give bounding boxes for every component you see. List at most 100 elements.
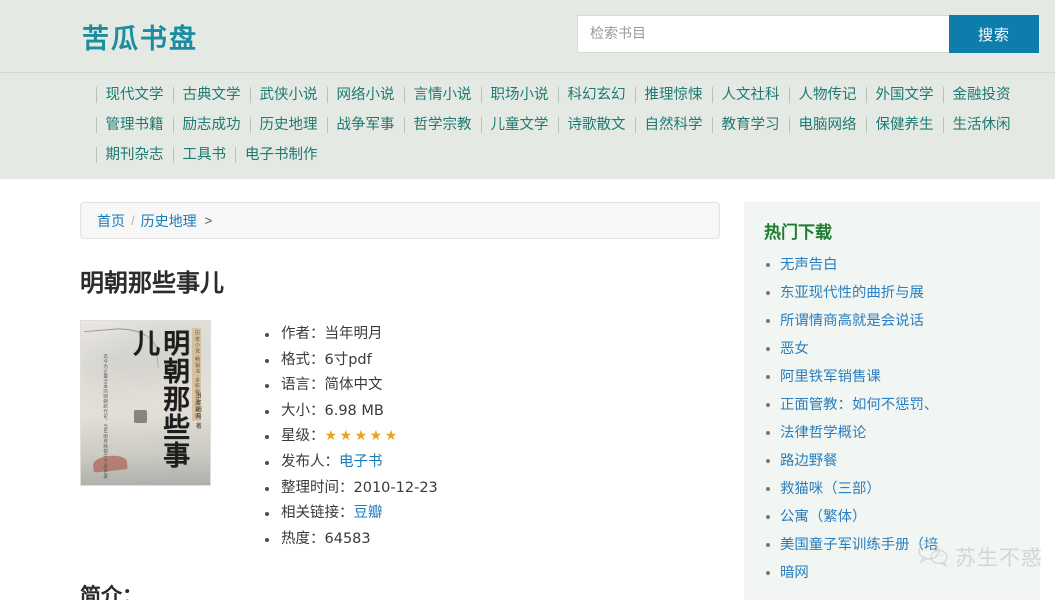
category-nav-list: 现代文学 古典文学 武侠小说 网络小说 言情小说 职场小说 科幻玄幻 推理惊悚 人文社科 人物传记…	[28, 80, 1028, 170]
sidebar-link-9[interactable]: 公寓（繁体）	[780, 509, 866, 525]
nav-item-9[interactable]: 人物传记	[788, 87, 866, 103]
nav-item-3[interactable]: 网络小说	[326, 87, 404, 103]
nav-item-1[interactable]: 古典文学	[172, 87, 250, 103]
book-meta-label: 语言：	[281, 377, 325, 394]
book-meta-item: 作者：当年明月	[265, 322, 438, 348]
book-meta-value: 64583	[324, 530, 371, 547]
nav-item-18[interactable]: 诗歌散文	[557, 117, 635, 133]
book-meta-item: 语言：简体中文	[265, 373, 438, 399]
page-root: 苦瓜书盘 搜索 现代文学古典文学武侠小说网络小说言情小说职场小说科幻玄幻推理惊悚…	[0, 0, 1055, 600]
nav-item-5[interactable]: 职场小说	[480, 87, 558, 103]
book-meta-list: 作者：当年明月 格式：6寸pdf 语言：简体中文 大小：6.98 MB 星级：★★★★★…	[265, 320, 438, 552]
book-meta-value: 简体中文	[324, 377, 383, 394]
search-bar: 搜索	[577, 15, 1039, 53]
sidebar-list-item: 恶女	[764, 335, 1020, 363]
sidebar-title: 热门下载	[764, 223, 832, 243]
cover-author-text: 当年明月 著	[194, 391, 202, 430]
book-meta-item: 格式：6寸pdf	[265, 348, 438, 374]
star-rating: ★★★★★	[324, 428, 400, 445]
sidebar-list: 无声告白东亚现代性的曲折与展 所谓情商高就是会说话 恶女阿里铁军销售课正面管教：如何…	[764, 251, 1020, 587]
nav-item-8[interactable]: 人文社科	[711, 87, 789, 103]
book-meta-value: 6.98 MB	[324, 402, 384, 419]
nav-item-4[interactable]: 言情小说	[403, 87, 481, 103]
nav-item-10[interactable]: 外国文学	[865, 87, 943, 103]
book-meta-item: 相关链接：豆瓣	[265, 501, 438, 527]
nav-item-6[interactable]: 科幻玄幻	[557, 87, 635, 103]
book-meta-value: 2010-12-23	[353, 479, 438, 496]
book-meta-label: 热度：	[281, 530, 325, 547]
book-meta-label: 相关链接：	[281, 505, 354, 522]
sidebar-link-6[interactable]: 法律哲学概论	[780, 425, 866, 441]
search-input[interactable]	[577, 15, 949, 53]
breadcrumb-separator: /	[131, 213, 135, 228]
site-logo[interactable]: 苦瓜书盘	[82, 17, 198, 56]
sidebar-link-1[interactable]: 东亚现代性的曲折与展	[780, 285, 924, 301]
sidebar-link-5[interactable]: 正面管教：如何不惩罚、	[780, 397, 938, 413]
sidebar-link-3[interactable]: 恶女	[780, 341, 809, 357]
sidebar-link-2[interactable]: 所谓情商高就是会说话	[780, 313, 924, 329]
book-cover-image[interactable]: 历史小说·畅销书·全新修订典藏版 明朝那些事儿 迄今为止最全本的明朝断代史，当年…	[80, 320, 211, 486]
sidebar-list-item: 无声告白	[764, 251, 1020, 279]
book-meta-item: 热度：64583	[265, 527, 438, 553]
category-nav: 现代文学 古典文学 武侠小说 网络小说 言情小说 职场小说 科幻玄幻 推理惊悚 人文社科 人物传记…	[0, 72, 1055, 179]
book-meta-item: 发布人：电子书	[265, 450, 438, 476]
sidebar-list-item: 公寓（繁体）	[764, 503, 1020, 531]
book-meta-link[interactable]: 电子书	[339, 454, 383, 470]
book-meta-label: 星级：	[281, 428, 325, 445]
book-meta-link[interactable]: 豆瓣	[354, 505, 383, 521]
breadcrumb-home[interactable]: 首页	[97, 211, 125, 231]
nav-item-26[interactable]: 电子书制作	[235, 147, 327, 163]
sidebar-hot-downloads: 热门下载 无声告白东亚现代性的曲折与展 所谓情商高就是会说话 恶女阿里铁军销售课正面…	[744, 202, 1040, 600]
sidebar-link-10[interactable]: 美国童子军训练手册（培	[780, 537, 938, 553]
book-meta-value: 当年明月	[324, 326, 383, 342]
sidebar-list-item: 所谓情商高就是会说话	[764, 307, 1020, 335]
nav-item-17[interactable]: 儿童文学	[480, 117, 558, 133]
book-meta-item: 大小：6.98 MB	[265, 399, 438, 425]
sidebar-list-item: 东亚现代性的曲折与展	[764, 279, 1020, 307]
cover-subtitle-text: 迄今为止最全本的明朝断代史，当年明月畅销千万册巨著	[102, 353, 108, 479]
book-meta-label: 格式：	[281, 351, 325, 368]
sidebar-list-item: 法律哲学概论	[764, 419, 1020, 447]
sidebar-list-item: 救猫咪（三部）	[764, 475, 1020, 503]
nav-item-11[interactable]: 金融投资	[942, 87, 1020, 103]
book-meta-label: 发布人：	[281, 453, 339, 470]
nav-item-16[interactable]: 哲学宗教	[403, 117, 481, 133]
book-detail-row: 历史小说·畅销书·全新修订典藏版 明朝那些事儿 迄今为止最全本的明朝断代史，当年…	[80, 320, 720, 552]
nav-item-13[interactable]: 励志成功	[172, 117, 250, 133]
nav-item-7[interactable]: 推理惊悚	[634, 87, 712, 103]
site-header: 苦瓜书盘 搜索	[0, 0, 1055, 72]
sidebar-link-11[interactable]: 暗网	[780, 565, 809, 581]
book-meta-item: 整理时间：2010-12-23	[265, 476, 438, 502]
nav-item-20[interactable]: 教育学习	[711, 117, 789, 133]
nav-item-14[interactable]: 历史地理	[249, 117, 327, 133]
nav-item-21[interactable]: 电脑网络	[788, 117, 866, 133]
page-title: 明朝那些事儿	[80, 269, 224, 297]
main-column: 首页 / 历史地理 > 明朝那些事儿 历史小说·畅销书·全新修订典藏版 明朝那些…	[80, 202, 720, 600]
nav-item-0[interactable]: 现代文学	[95, 87, 173, 103]
search-button[interactable]: 搜索	[949, 15, 1039, 53]
nav-item-2[interactable]: 武侠小说	[249, 87, 327, 103]
book-meta-label: 大小：	[281, 402, 325, 419]
nav-item-22[interactable]: 保健养生	[865, 117, 943, 133]
nav-item-12[interactable]: 管理书籍	[95, 117, 173, 133]
sidebar-list-item: 美国童子军训练手册（培	[764, 531, 1020, 559]
intro-heading: 简介：	[80, 584, 143, 600]
sidebar-list-item: 正面管教：如何不惩罚、	[764, 391, 1020, 419]
sidebar-link-8[interactable]: 救猫咪（三部）	[780, 481, 881, 497]
breadcrumb: 首页 / 历史地理 >	[80, 202, 720, 239]
book-meta-item: 星级：★★★★★	[265, 424, 438, 450]
sidebar-link-4[interactable]: 阿里铁军销售课	[780, 369, 881, 385]
sidebar-link-0[interactable]: 无声告白	[780, 257, 838, 273]
nav-item-25[interactable]: 工具书	[172, 147, 235, 163]
nav-item-15[interactable]: 战争军事	[326, 117, 404, 133]
cover-title-text: 明朝那些事儿	[128, 329, 190, 470]
nav-item-23[interactable]: 生活休闲	[942, 117, 1020, 133]
sidebar-list-item: 阿里铁军销售课	[764, 363, 1020, 391]
cover-seal-icon	[133, 409, 147, 423]
nav-item-24[interactable]: 期刊杂志	[95, 147, 173, 163]
book-meta-label: 作者：	[281, 326, 325, 342]
sidebar-link-7[interactable]: 路边野餐	[780, 453, 838, 469]
sidebar-list-item: 路边野餐	[764, 447, 1020, 475]
nav-item-19[interactable]: 自然科学	[634, 117, 712, 133]
breadcrumb-category[interactable]: 历史地理	[141, 211, 197, 231]
